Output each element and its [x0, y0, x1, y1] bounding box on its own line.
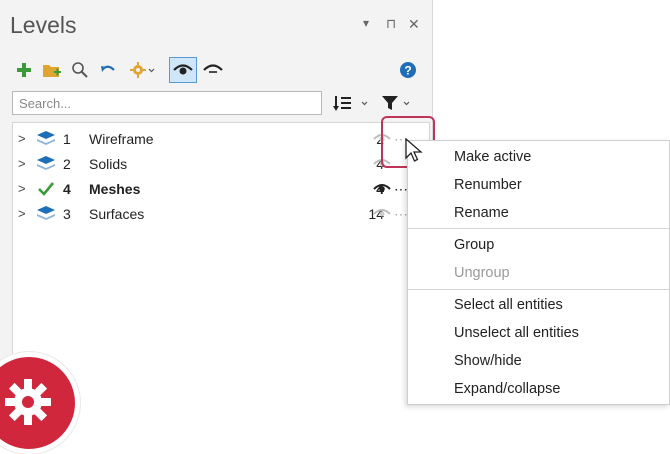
add-folder-button[interactable] — [40, 58, 64, 82]
menu-item-make-active[interactable]: Make active — [454, 149, 531, 165]
pin-button[interactable]: ⊓ — [386, 16, 396, 32]
panel-options-button[interactable]: ▾ — [363, 16, 369, 30]
levels-panel: Levels ▾ ⊓ ✕ ? Search... > 1 Wireframe ⋯… — [0, 0, 432, 405]
level-number: 1 — [63, 131, 71, 147]
add-level-icon — [17, 63, 31, 77]
search-input[interactable] — [12, 91, 322, 115]
level-row-surfaces[interactable]: > 3 Surfaces 14 ⋯ — [13, 202, 429, 226]
menu-item-renumber[interactable]: Renumber — [454, 177, 522, 193]
help-icon: ? — [400, 62, 416, 78]
layers-icon — [37, 206, 55, 220]
level-name: Solids — [89, 156, 128, 172]
search-icon — [72, 62, 88, 78]
menu-item-select-all-entities[interactable]: Select all entities — [454, 297, 563, 313]
layers-icon — [37, 131, 55, 145]
level-name: Meshes — [89, 181, 141, 197]
chevron-right-icon[interactable]: > — [18, 181, 26, 196]
panel-title: Levels — [10, 12, 77, 38]
level-row-wireframe[interactable]: > 1 Wireframe 2 ⋯ — [13, 127, 429, 151]
chevron-right-icon[interactable]: > — [18, 131, 26, 146]
svg-text:?: ? — [404, 64, 411, 78]
menu-item-group[interactable]: Group — [454, 237, 494, 253]
hide-icon — [203, 64, 223, 73]
panel-header: Levels ▾ ⊓ ✕ — [0, 0, 432, 52]
gear-icon — [5, 379, 51, 425]
level-row-solids[interactable]: > 2 Solids 4 — [13, 152, 429, 176]
level-number: 3 — [63, 206, 71, 222]
settings-icon — [130, 62, 155, 78]
undo-button[interactable] — [96, 58, 120, 82]
show-icon — [173, 64, 193, 75]
menu-separator — [408, 228, 669, 229]
filter-dropdown[interactable] — [380, 93, 416, 113]
close-button[interactable]: ✕ — [408, 16, 420, 33]
menu-item-unselect-all-entities[interactable]: Unselect all entities — [454, 325, 579, 341]
filter-icon — [382, 96, 410, 110]
level-number: 2 — [63, 156, 71, 172]
level-name: Wireframe — [89, 131, 154, 147]
visibility-eye-icon[interactable] — [373, 182, 391, 194]
layers-icon — [37, 156, 55, 170]
settings-dropdown[interactable] — [126, 58, 158, 82]
add-folder-icon — [43, 65, 61, 77]
level-name: Surfaces — [89, 206, 145, 222]
context-menu: Make active Renumber Rename Group Ungrou… — [407, 140, 670, 405]
search-button[interactable] — [68, 58, 92, 82]
help-button[interactable]: ? — [396, 58, 420, 82]
undo-icon — [101, 65, 115, 72]
chevron-right-icon[interactable]: > — [18, 156, 26, 171]
menu-item-expand-collapse[interactable]: Expand/collapse — [454, 381, 560, 397]
menu-item-show-hide[interactable]: Show/hide — [454, 353, 522, 369]
hide-button[interactable] — [201, 58, 225, 82]
menu-separator — [408, 289, 669, 290]
menu-item-rename[interactable]: Rename — [454, 205, 509, 221]
level-number: 4 — [63, 181, 71, 197]
levels-tree: > 1 Wireframe 2 ⋯ > 2 Solids 4 — [12, 122, 430, 405]
level-row-meshes[interactable]: > 4 Meshes 4 ⋯ — [13, 177, 429, 201]
show-button[interactable] — [169, 57, 197, 83]
active-check-icon — [38, 182, 55, 196]
mouse-pointer-icon — [405, 138, 423, 162]
visibility-eye-icon[interactable] — [373, 207, 391, 219]
add-level-button[interactable] — [12, 58, 36, 82]
menu-item-ungroup: Ungroup — [454, 265, 510, 281]
chevron-right-icon[interactable]: > — [18, 206, 26, 221]
sort-icon — [333, 96, 368, 111]
sort-dropdown[interactable] — [332, 93, 372, 113]
